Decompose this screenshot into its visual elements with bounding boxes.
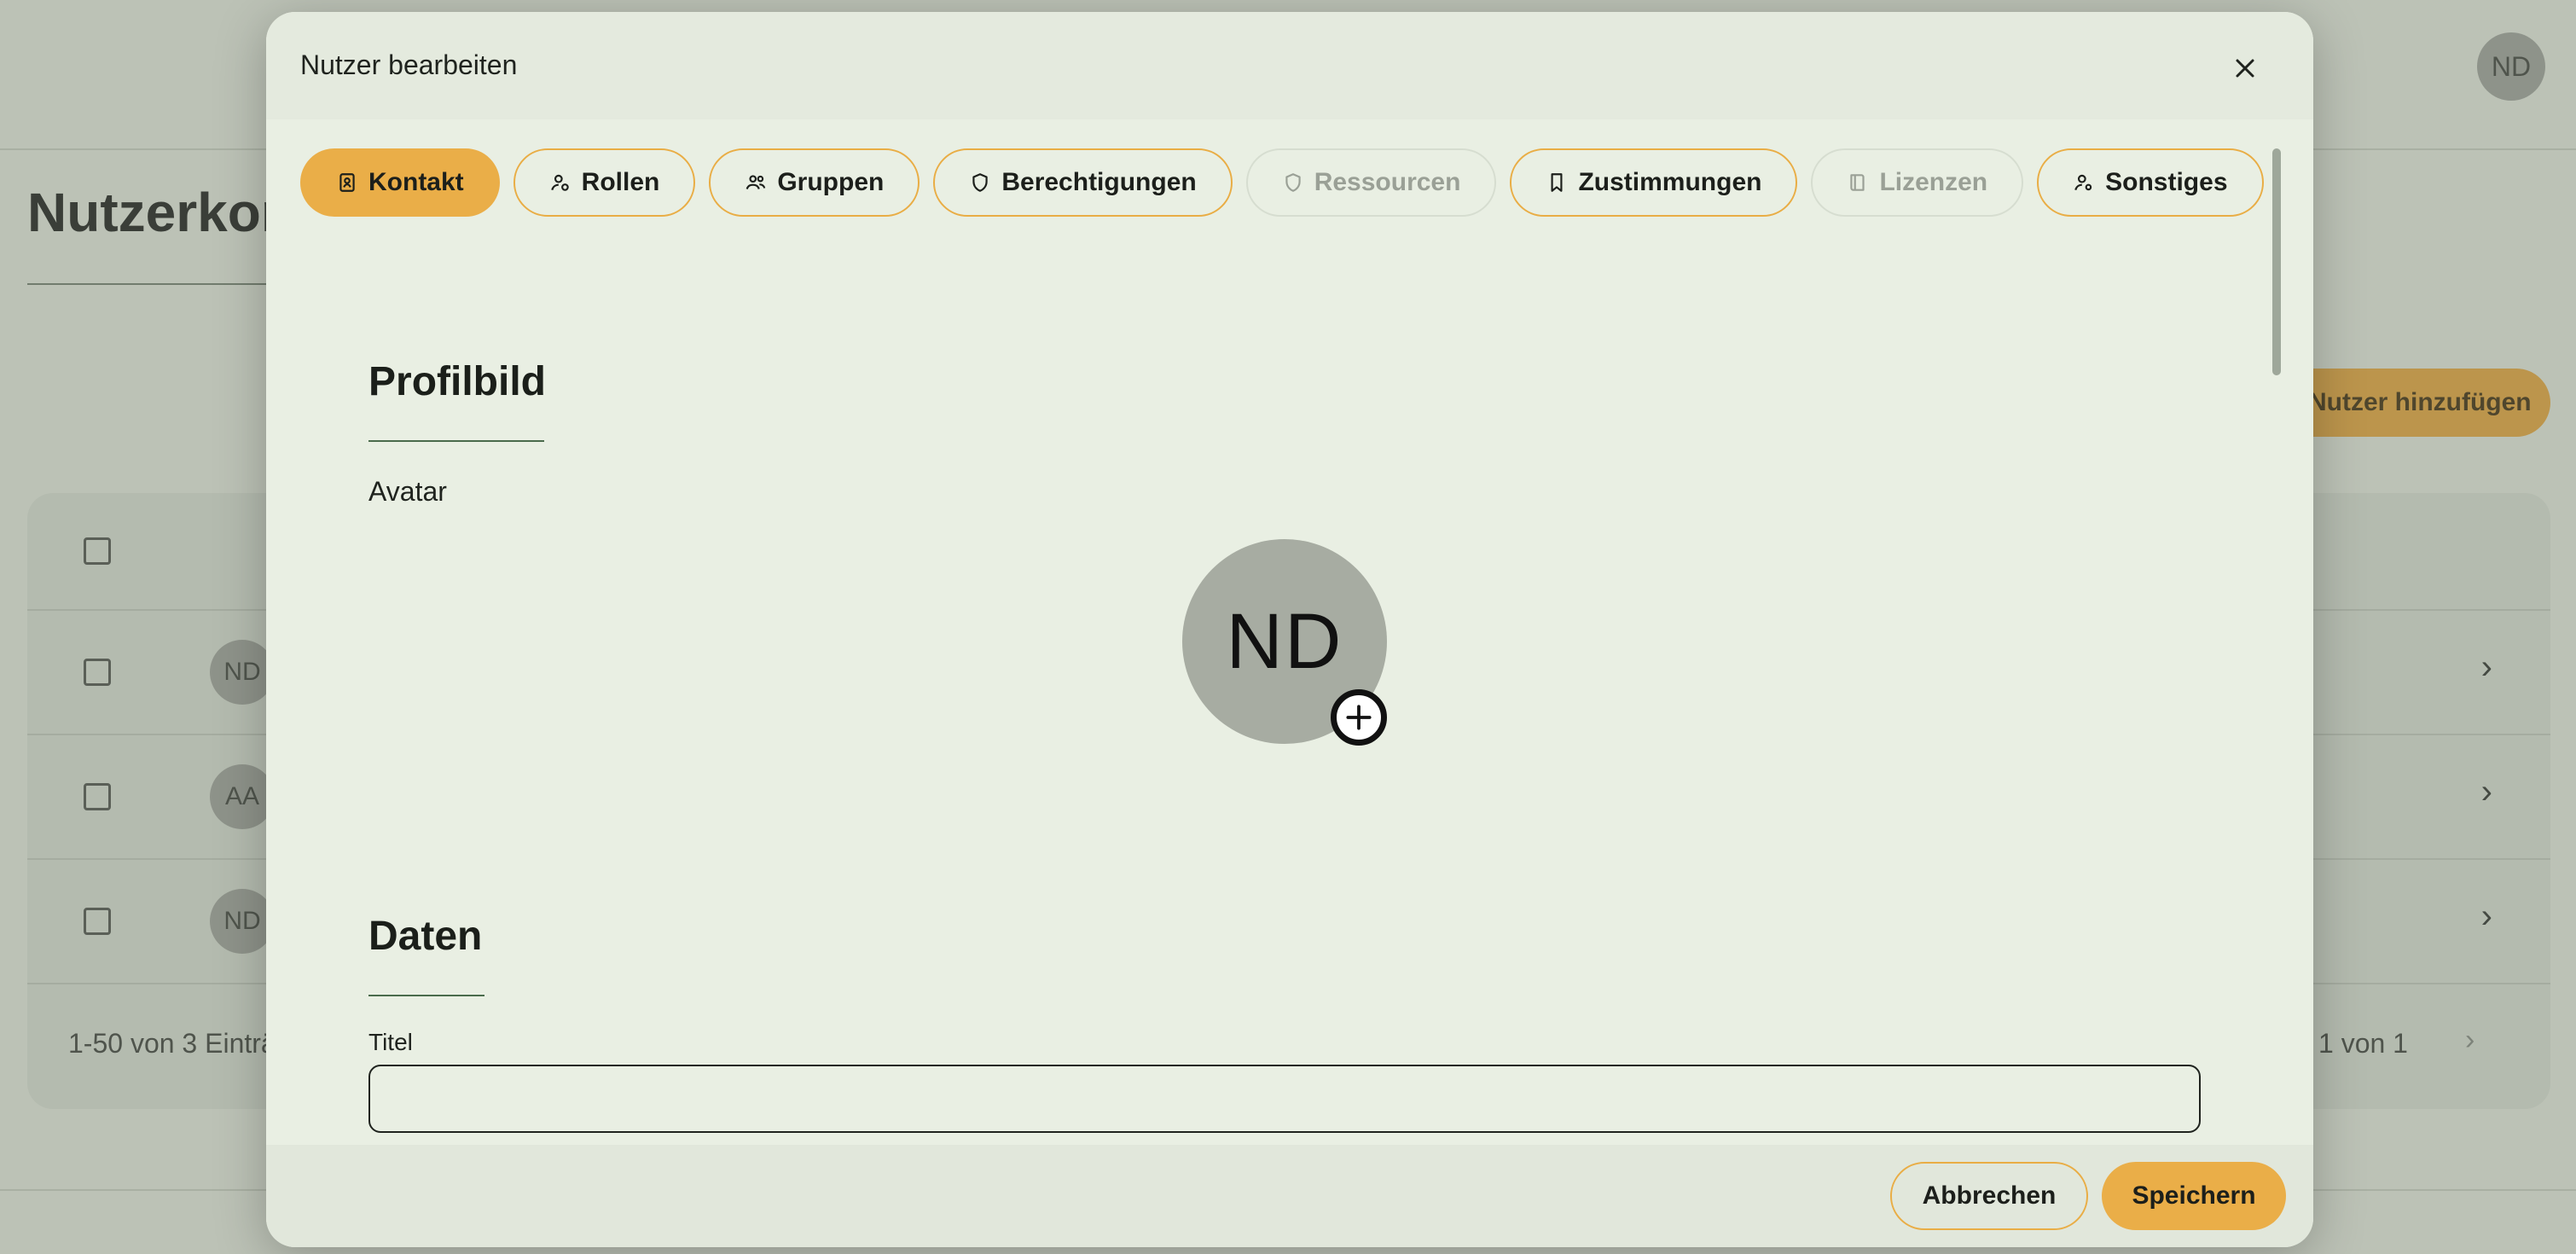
cancel-button[interactable]: Abbrechen — [1890, 1162, 2088, 1230]
shield-icon — [972, 173, 989, 192]
edit-user-dialog: Nutzer bearbeiten Kontakt Rollen Gruppen… — [266, 12, 2313, 1247]
tab-label: Ressourcen — [1314, 168, 1461, 196]
profile-section-heading: Profilbild — [368, 359, 546, 404]
book-icon — [1850, 174, 1865, 191]
tab-rollen[interactable]: Rollen — [513, 148, 696, 217]
shield-icon — [1285, 173, 1301, 192]
group-icon — [746, 175, 766, 189]
dialog-scrollbar[interactable] — [2272, 148, 2281, 375]
plus-icon — [1346, 705, 1372, 730]
tab-label: Berechtigungen — [1001, 168, 1197, 196]
avatar-label: Avatar — [368, 476, 447, 507]
tab-gruppen[interactable]: Gruppen — [709, 148, 920, 217]
tab-label: Sonstiges — [2105, 168, 2228, 196]
contact-icon — [339, 173, 355, 192]
tab-lizenzen[interactable]: Lizenzen — [1811, 148, 2024, 217]
save-label: Speichern — [2132, 1181, 2256, 1210]
data-section-heading: Daten — [368, 914, 483, 959]
tab-sonstiges[interactable]: Sonstiges — [2037, 148, 2264, 217]
tab-label: Zustimmungen — [1578, 168, 1762, 196]
tab-label: Gruppen — [777, 168, 885, 196]
tab-zustimmungen[interactable]: Zustimmungen — [1510, 148, 1798, 217]
bookmark-icon — [1551, 173, 1563, 192]
section-divider — [368, 995, 484, 996]
add-avatar-button[interactable] — [1331, 689, 1387, 746]
tab-berechtigungen[interactable]: Berechtigungen — [933, 148, 1233, 217]
user-role-icon — [550, 174, 569, 191]
cancel-label: Abbrechen — [1922, 1181, 2057, 1210]
tab-label: Lizenzen — [1879, 168, 1988, 196]
title-field-label: Titel — [368, 1029, 413, 1055]
dialog-tabs: Kontakt Rollen Gruppen Berechtigungen Re… — [300, 148, 2264, 217]
save-button[interactable]: Speichern — [2102, 1162, 2286, 1230]
dialog-header: Nutzer bearbeiten — [266, 12, 2313, 119]
user-settings-icon — [2074, 174, 2092, 191]
tab-ressourcen[interactable]: Ressourcen — [1245, 148, 1497, 217]
dialog-title: Nutzer bearbeiten — [300, 49, 518, 80]
close-icon[interactable] — [2230, 53, 2260, 84]
section-divider — [368, 440, 544, 442]
tab-label: Rollen — [581, 168, 660, 196]
title-input[interactable] — [368, 1065, 2201, 1133]
tab-kontakt[interactable]: Kontakt — [300, 148, 500, 217]
tab-label: Kontakt — [368, 168, 464, 196]
